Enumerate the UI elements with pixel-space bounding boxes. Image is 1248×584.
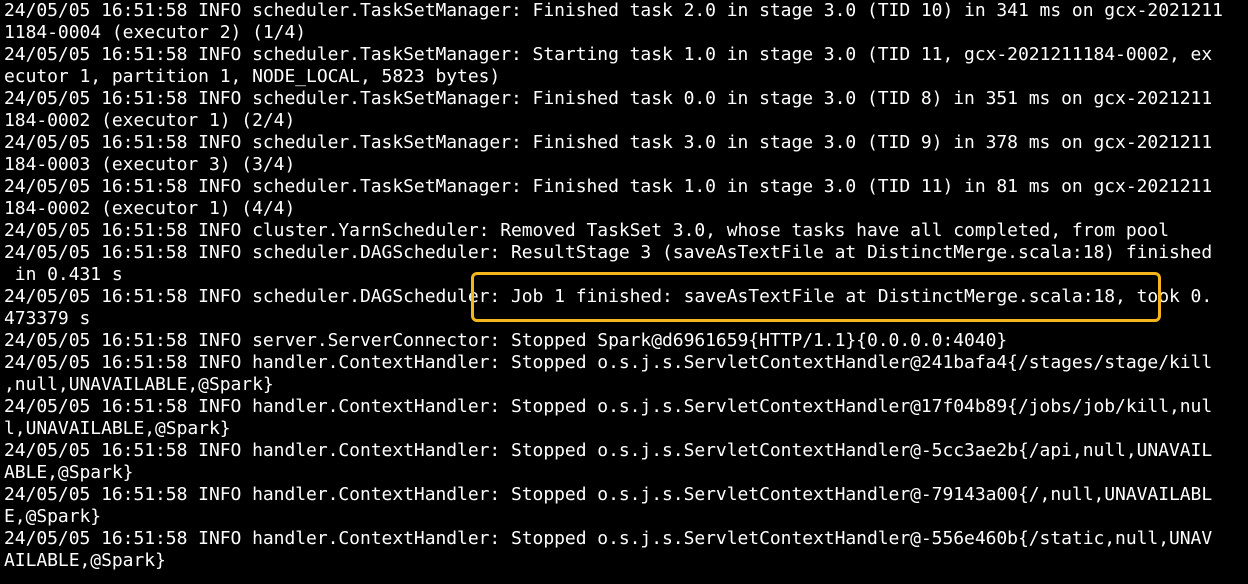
log-line: 184-0003 (executor 3) (3/4) bbox=[4, 154, 296, 175]
log-line: l,UNAVAILABLE,@Spark} bbox=[4, 418, 231, 439]
log-line: 24/05/05 16:51:58 INFO scheduler.TaskSet… bbox=[4, 44, 1213, 65]
terminal-output[interactable]: 24/05/05 16:51:58 INFO scheduler.TaskSet… bbox=[0, 0, 1248, 584]
log-line: 24/05/05 16:51:58 INFO server.ServerConn… bbox=[4, 330, 1008, 351]
log-line: 24/05/05 16:51:58 INFO handler.ContextHa… bbox=[4, 352, 1213, 373]
log-line: 24/05/05 16:51:58 INFO scheduler.TaskSet… bbox=[4, 88, 1213, 109]
log-line: 1184-0004 (executor 2) (1/4) bbox=[4, 22, 307, 43]
log-line: ,null,UNAVAILABLE,@Spark} bbox=[4, 374, 274, 395]
log-line-highlighted: 24/05/05 16:51:58 INFO scheduler.DAGSche… bbox=[4, 286, 1213, 307]
log-line: 24/05/05 16:51:58 INFO scheduler.TaskSet… bbox=[4, 132, 1213, 153]
log-line: AILABLE,@Spark} bbox=[4, 550, 166, 571]
log-line: 24/05/05 16:51:58 INFO scheduler.TaskSet… bbox=[4, 0, 1223, 21]
log-line: 24/05/05 16:51:58 INFO handler.ContextHa… bbox=[4, 484, 1213, 505]
log-line: ABLE,@Spark} bbox=[4, 462, 134, 483]
log-line-highlighted: 473379 s bbox=[4, 308, 91, 329]
log-line: 184-0002 (executor 1) (4/4) bbox=[4, 198, 296, 219]
log-line: ecutor 1, partition 1, NODE_LOCAL, 5823 … bbox=[4, 66, 501, 87]
log-line: E,@Spark} bbox=[4, 506, 102, 527]
log-line: in 0.431 s bbox=[4, 264, 123, 285]
log-line: 24/05/05 16:51:58 INFO handler.ContextHa… bbox=[4, 528, 1213, 549]
log-line: 24/05/05 16:51:58 INFO handler.ContextHa… bbox=[4, 396, 1213, 417]
log-line: 24/05/05 16:51:58 INFO handler.ContextHa… bbox=[4, 440, 1213, 461]
log-line: 24/05/05 16:51:58 INFO cluster.YarnSched… bbox=[4, 220, 1169, 241]
log-line: 184-0002 (executor 1) (2/4) bbox=[4, 110, 296, 131]
log-line: 24/05/05 16:51:58 INFO scheduler.DAGSche… bbox=[4, 242, 1213, 263]
log-line: 24/05/05 16:51:58 INFO scheduler.TaskSet… bbox=[4, 176, 1213, 197]
